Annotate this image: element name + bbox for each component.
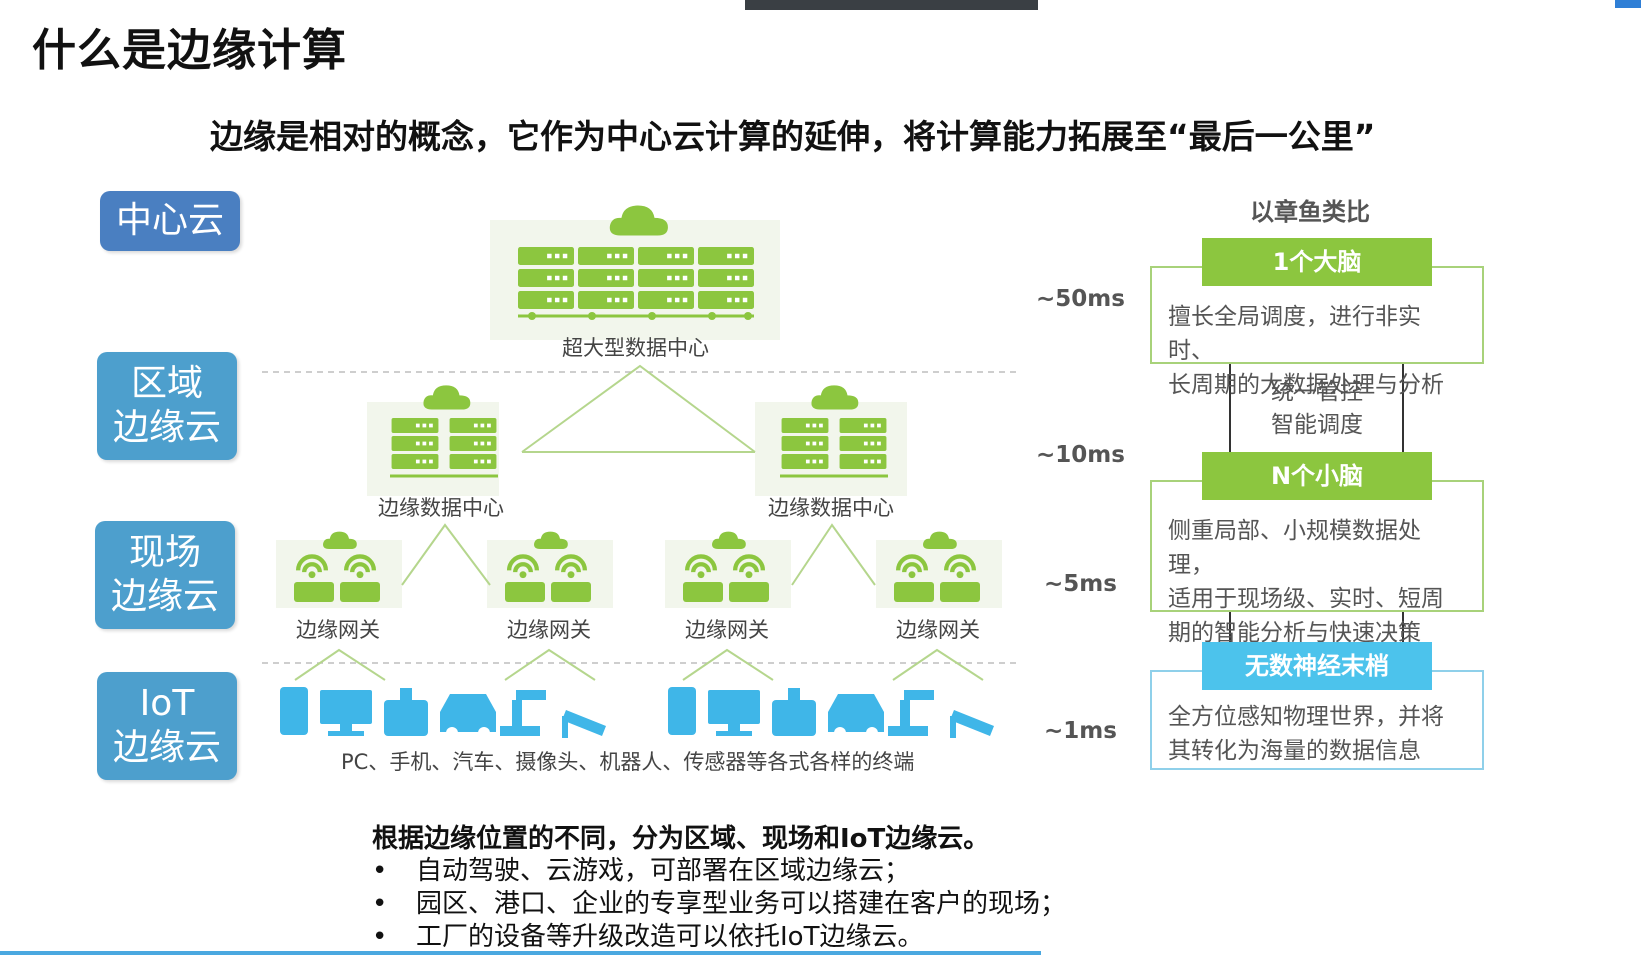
list-item: 工厂的设备等升级改造可以依托IoT边缘云。 (372, 921, 1066, 954)
list-item: 自动驾驶、云游戏，可部署在区域边缘云； (372, 855, 1066, 888)
panel-line: 其转化为海量的数据信息 (1168, 738, 1421, 764)
list-item: 园区、港口、企业的专享型业务可以搭建在客户的现场； (372, 888, 1066, 921)
nerve-endings-header: 无数神经末梢 (1202, 642, 1432, 690)
control-line: 智能调度 (1271, 412, 1363, 438)
panel-line: 擅长全局调度，进行非实时、 (1168, 304, 1421, 364)
big-brain-header: 1个大脑 (1202, 238, 1432, 286)
panel-line: 侧重局部、小规模数据处理， (1168, 518, 1421, 578)
panel-line: 适用于现场级、实时、短周 (1168, 586, 1444, 612)
panel-line: 全方位感知物理世界，并将 (1168, 704, 1444, 730)
control-text: 统一管控 智能调度 (1232, 376, 1402, 442)
notes-section: 根据边缘位置的不同，分为区域、现场和IoT边缘云。 自动驾驶、云游戏，可部署在区… (372, 818, 1066, 954)
small-brain-header: N个小脑 (1202, 452, 1432, 500)
control-line: 统一管控 (1271, 379, 1363, 405)
notes-list: 自动驾驶、云游戏，可部署在区域边缘云； 园区、港口、企业的专享型业务可以搭建在客… (372, 855, 1066, 954)
notes-heading: 根据边缘位置的不同，分为区域、现场和IoT边缘云。 (372, 824, 990, 854)
